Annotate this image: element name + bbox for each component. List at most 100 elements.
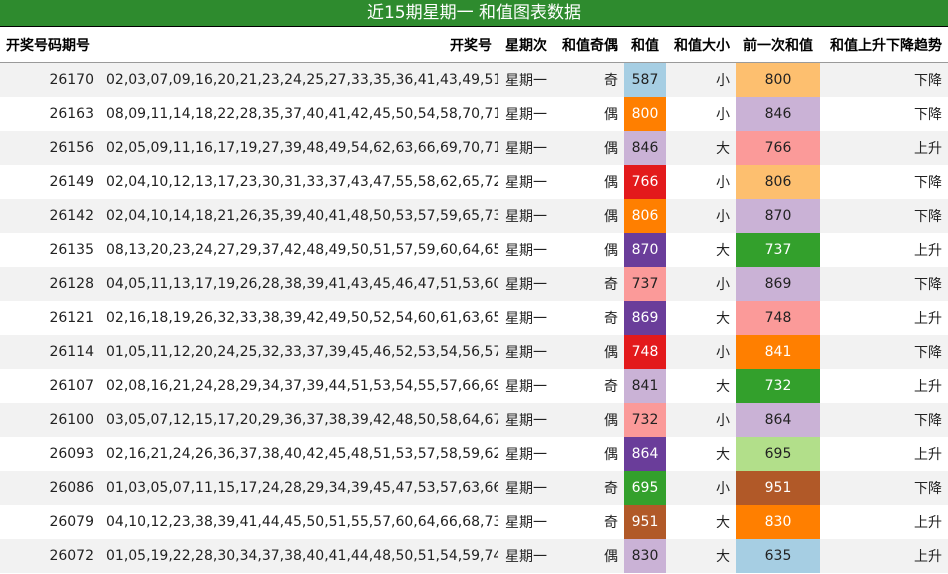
cell-numbers: 04,05,11,13,17,19,26,28,38,39,41,43,45,4… (106, 276, 498, 292)
cell-sum: 841 (624, 369, 666, 403)
cell-prev-sum: 737 (736, 233, 820, 267)
cell-size: 小 (716, 73, 730, 89)
cell-sum: 766 (624, 165, 666, 199)
cell-numbers: 02,16,21,24,26,36,37,38,40,42,45,48,51,5… (106, 446, 498, 462)
cell-parity: 偶 (604, 413, 618, 429)
header-numbers: 开奖号 (100, 27, 498, 63)
cell-numbers: 01,05,19,22,28,30,34,37,38,40,41,44,48,5… (106, 548, 498, 564)
cell-issue: 26093 (49, 446, 94, 462)
cell-trend: 上升 (914, 447, 942, 463)
table-row: 26100 03,05,07,12,15,17,20,29,36,37,38,39… (0, 403, 948, 437)
cell-issue: 26107 (49, 378, 94, 394)
table-header-row: 开奖号码期号 开奖号 星期次 和值奇偶 和值 和值大小 前一次和值 和值上升下降… (0, 27, 948, 63)
cell-weekday: 星期一 (505, 209, 547, 225)
table-row: 26086 01,03,05,07,11,15,17,24,28,29,34,39… (0, 471, 948, 505)
cell-parity: 偶 (604, 141, 618, 157)
cell-size: 小 (716, 107, 730, 123)
table-row: 26114 01,05,11,12,20,24,25,32,33,37,39,45… (0, 335, 948, 369)
cell-trend: 上升 (914, 549, 942, 565)
table-row: 26107 02,08,16,21,24,28,29,34,37,39,44,51… (0, 369, 948, 403)
header-size: 和值大小 (666, 27, 736, 63)
cell-trend: 下降 (914, 209, 942, 225)
page-title: 近15期星期一 和值图表数据 (0, 0, 948, 27)
cell-weekday: 星期一 (505, 515, 547, 531)
cell-parity: 偶 (604, 345, 618, 361)
cell-weekday: 星期一 (505, 175, 547, 191)
cell-prev-sum: 766 (736, 131, 820, 165)
cell-numbers: 02,05,09,11,16,17,19,27,39,48,49,54,62,6… (106, 140, 498, 156)
cell-size: 大 (716, 549, 730, 565)
cell-issue: 26114 (49, 344, 94, 360)
cell-size: 小 (716, 277, 730, 293)
cell-size: 大 (716, 243, 730, 259)
table-row: 26135 08,13,20,23,24,27,29,37,42,48,49,50… (0, 233, 948, 267)
cell-weekday: 星期一 (505, 447, 547, 463)
cell-numbers: 03,05,07,12,15,17,20,29,36,37,38,39,42,4… (106, 412, 498, 428)
cell-issue: 26135 (49, 242, 94, 258)
cell-weekday: 星期一 (505, 277, 547, 293)
cell-trend: 上升 (914, 141, 942, 157)
cell-weekday: 星期一 (505, 107, 547, 123)
table-row: 26079 04,10,12,23,38,39,41,44,45,50,51,55… (0, 505, 948, 539)
cell-prev-sum: 870 (736, 199, 820, 233)
cell-weekday: 星期一 (505, 243, 547, 259)
cell-sum: 587 (624, 62, 666, 97)
cell-weekday: 星期一 (505, 141, 547, 157)
cell-prev-sum: 748 (736, 301, 820, 335)
cell-size: 小 (716, 175, 730, 191)
header-sum: 和值 (624, 27, 666, 63)
cell-sum: 846 (624, 131, 666, 165)
cell-parity: 奇 (604, 515, 618, 531)
cell-size: 大 (716, 515, 730, 531)
cell-issue: 26100 (49, 412, 94, 428)
cell-weekday: 星期一 (505, 549, 547, 565)
table-row: 26128 04,05,11,13,17,19,26,28,38,39,41,43… (0, 267, 948, 301)
cell-numbers: 02,04,10,14,18,21,26,35,39,40,41,48,50,5… (106, 208, 498, 224)
cell-weekday: 星期一 (505, 481, 547, 497)
cell-sum: 864 (624, 437, 666, 471)
table-body: 26170 02,03,07,09,16,20,21,23,24,25,27,33… (0, 62, 948, 573)
cell-size: 小 (716, 209, 730, 225)
cell-parity: 偶 (604, 209, 618, 225)
cell-weekday: 星期一 (505, 379, 547, 395)
cell-issue: 26121 (49, 310, 94, 326)
cell-prev-sum: 869 (736, 267, 820, 301)
cell-sum: 695 (624, 471, 666, 505)
cell-parity: 偶 (604, 243, 618, 259)
header-parity: 和值奇偶 (554, 27, 624, 63)
cell-numbers: 02,08,16,21,24,28,29,34,37,39,44,51,53,5… (106, 378, 498, 394)
cell-sum: 806 (624, 199, 666, 233)
table-row: 26156 02,05,09,11,16,17,19,27,39,48,49,54… (0, 131, 948, 165)
header-issue: 开奖号码期号 (0, 27, 100, 63)
cell-size: 小 (716, 345, 730, 361)
cell-trend: 上升 (914, 311, 942, 327)
cell-prev-sum: 951 (736, 471, 820, 505)
cell-size: 大 (716, 311, 730, 327)
cell-sum: 737 (624, 267, 666, 301)
cell-parity: 偶 (604, 175, 618, 191)
table-row: 26170 02,03,07,09,16,20,21,23,24,25,27,33… (0, 62, 948, 97)
header-weekday: 星期次 (498, 27, 554, 63)
cell-issue: 26128 (49, 276, 94, 292)
cell-numbers: 08,13,20,23,24,27,29,37,42,48,49,50,51,5… (106, 242, 498, 258)
cell-prev-sum: 841 (736, 335, 820, 369)
cell-size: 大 (716, 379, 730, 395)
cell-trend: 上升 (914, 243, 942, 259)
cell-weekday: 星期一 (505, 413, 547, 429)
cell-weekday: 星期一 (505, 73, 547, 89)
cell-size: 小 (716, 413, 730, 429)
cell-numbers: 04,10,12,23,38,39,41,44,45,50,51,55,57,6… (106, 514, 498, 530)
cell-parity: 奇 (604, 277, 618, 293)
cell-parity: 偶 (604, 447, 618, 463)
cell-size: 大 (716, 447, 730, 463)
cell-trend: 上升 (914, 515, 942, 531)
cell-parity: 奇 (604, 481, 618, 497)
data-table: 开奖号码期号 开奖号 星期次 和值奇偶 和值 和值大小 前一次和值 和值上升下降… (0, 27, 948, 573)
table-row: 26072 01,05,19,22,28,30,34,37,38,40,41,44… (0, 539, 948, 573)
table-row: 26163 08,09,11,14,18,22,28,35,37,40,41,42… (0, 97, 948, 131)
cell-sum: 732 (624, 403, 666, 437)
cell-numbers: 01,03,05,07,11,15,17,24,28,29,34,39,45,4… (106, 480, 498, 496)
cell-trend: 上升 (914, 379, 942, 395)
cell-prev-sum: 830 (736, 505, 820, 539)
cell-sum: 951 (624, 505, 666, 539)
